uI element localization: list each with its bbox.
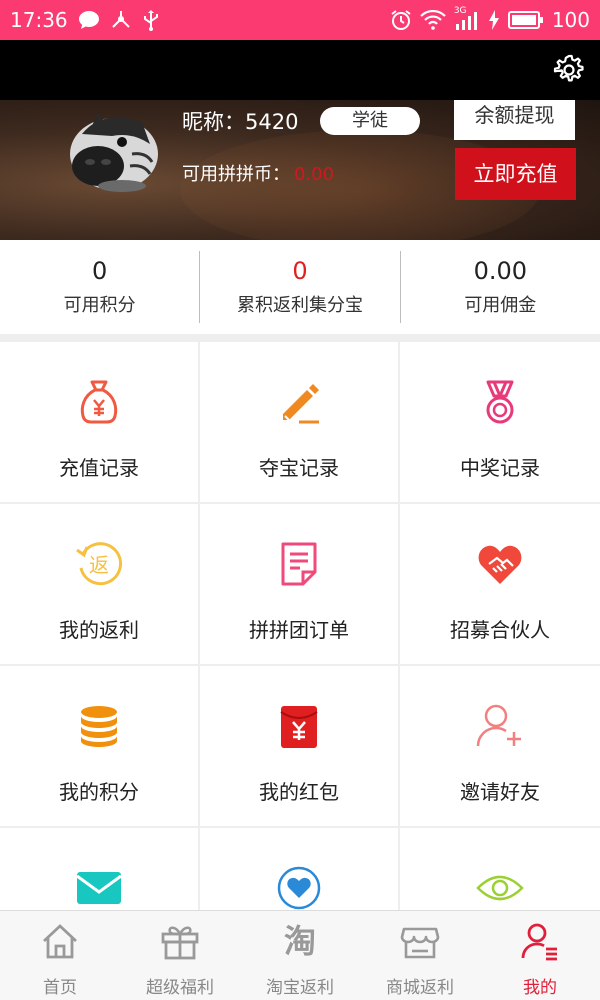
taobao-glyph: 淘: [283, 922, 316, 960]
status-bar: 17:36 3G 100: [0, 0, 600, 40]
alarm-icon: [390, 9, 412, 31]
menu-label: 我的红包: [259, 780, 339, 804]
stat-label: 可用佣金: [464, 295, 537, 316]
gear-icon[interactable]: [552, 53, 586, 87]
status-time: 17:36: [10, 8, 68, 32]
menu-label: 我的积分: [59, 780, 139, 804]
money-bag-icon: [75, 378, 123, 426]
battery-icon: [507, 11, 544, 29]
tab-label: 超级福利: [146, 978, 214, 998]
tab-super-welfare[interactable]: 超级福利: [120, 911, 240, 1000]
wifi-icon: [420, 10, 446, 30]
usb-icon: [142, 9, 160, 31]
red-packet-icon: [275, 702, 323, 750]
stat-value: 0: [292, 257, 308, 285]
menu-prize-records[interactable]: 中奖记录: [400, 342, 600, 502]
stat-label: 可用积分: [63, 295, 136, 316]
tab-mall-rebate[interactable]: 商城返利: [360, 911, 480, 1000]
stat-points[interactable]: 0 可用积分: [0, 251, 199, 323]
coins-balance: 可用拼拼币： 0.00: [182, 160, 334, 186]
store-icon: [400, 921, 440, 961]
menu-label: 我的返利: [59, 618, 139, 642]
svg-text:返: 返: [89, 553, 109, 577]
mail-icon: [75, 864, 123, 912]
coins-label: 可用拼拼币：: [182, 164, 290, 185]
tab-label: 商城返利: [386, 978, 454, 998]
eye-icon: [476, 864, 524, 912]
withdraw-button[interactable]: 余额提现: [454, 100, 575, 140]
taobao-icon: 淘: [280, 921, 320, 961]
tab-home[interactable]: 首页: [0, 911, 120, 1000]
menu-recharge-records[interactable]: 充值记录: [0, 342, 198, 502]
rebate-icon: 返: [75, 540, 123, 588]
pencil-icon: [275, 378, 323, 426]
battery-level: 100: [551, 8, 590, 32]
add-user-icon: [476, 702, 524, 750]
gift-icon: [160, 921, 200, 961]
nickname: 昵称：5420: [182, 110, 299, 134]
heart-circle-icon: [275, 864, 323, 912]
menu-label: 夺宝记录: [259, 456, 339, 480]
chat-icon: [78, 10, 100, 30]
coin-stack-icon: [75, 702, 123, 750]
menu-my-rebate[interactable]: 返 我的返利: [0, 504, 198, 664]
menu-invite-friends[interactable]: 邀请好友: [400, 666, 600, 826]
avatar[interactable]: [62, 104, 162, 194]
tab-label: 我的: [523, 978, 557, 998]
menu-group-orders[interactable]: 拼拼团订单: [200, 504, 398, 664]
tab-taobao-rebate[interactable]: 淘 淘宝返利: [240, 911, 360, 1000]
medal-icon: [476, 378, 524, 426]
top-bar: [0, 40, 600, 100]
stat-commission[interactable]: 0.00 可用佣金: [399, 251, 600, 323]
menu-recruit-partners[interactable]: 招募合伙人: [400, 504, 600, 664]
profile-banner: 昵称：5420 学徒 可用拼拼币： 0.00 余额提现 立即充值: [0, 100, 600, 240]
role-badge[interactable]: 学徒: [320, 107, 420, 135]
menu-label: 中奖记录: [460, 456, 540, 480]
tab-label: 首页: [43, 978, 77, 998]
menu-label: 充值记录: [59, 456, 139, 480]
profile-icon: [520, 921, 560, 961]
cell-signal-icon: 3G: [454, 6, 480, 30]
menu-my-red-packet[interactable]: 我的红包: [200, 666, 398, 826]
home-icon: [40, 921, 80, 961]
menu-treasure-records[interactable]: 夺宝记录: [200, 342, 398, 502]
stat-value: 0.00: [473, 257, 528, 285]
network-type-label: 3G: [453, 6, 467, 16]
tab-mine[interactable]: 我的: [480, 911, 600, 1000]
charging-icon: [488, 10, 500, 30]
menu-label: 拼拼团订单: [249, 618, 349, 642]
document-icon: [275, 540, 323, 588]
share-icon: [110, 10, 132, 30]
menu-label: 邀请好友: [460, 780, 540, 804]
menu-grid: 充值记录 夺宝记录 中奖记录 返 我的返利 拼拼团订单 招募合伙人 我的积分 我…: [0, 342, 600, 988]
tab-label: 淘宝返利: [266, 978, 334, 998]
menu-label: 招募合伙人: [450, 618, 550, 642]
stats-row: 0 可用积分 0 累积返利集分宝 0.00 可用佣金: [0, 240, 600, 334]
stat-rebate[interactable]: 0 累积返利集分宝: [199, 251, 399, 323]
recharge-button[interactable]: 立即充值: [455, 148, 576, 200]
handshake-heart-icon: [476, 540, 524, 588]
stat-value: 0: [92, 257, 108, 285]
bottom-tab-bar: 首页 超级福利 淘 淘宝返利 商城返利 我的: [0, 910, 600, 1000]
menu-my-points[interactable]: 我的积分: [0, 666, 198, 826]
coins-value: 0.00: [294, 164, 335, 185]
stat-label: 累积返利集分宝: [236, 295, 363, 316]
